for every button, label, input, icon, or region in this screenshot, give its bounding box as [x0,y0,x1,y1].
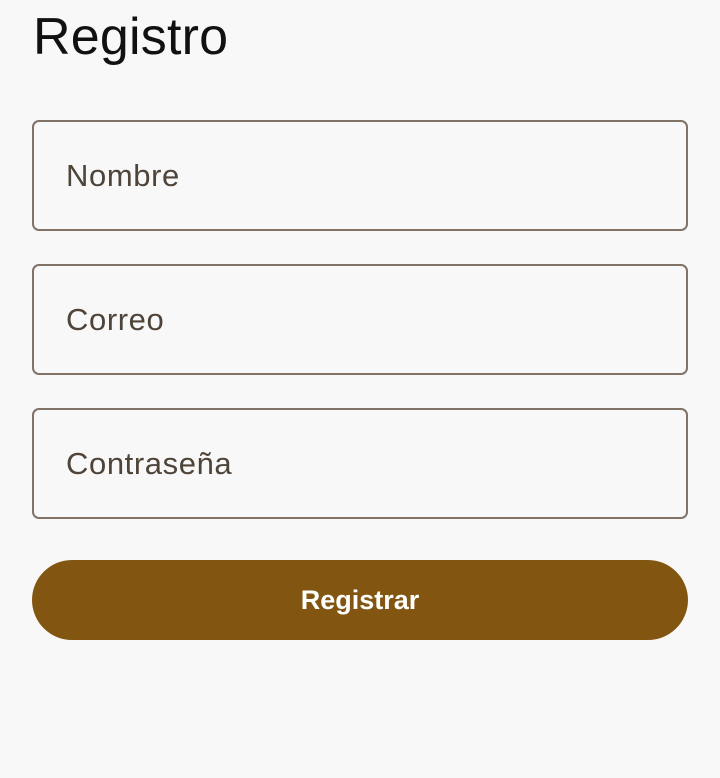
email-field[interactable] [32,264,688,375]
page-title: Registro [33,8,229,66]
register-button[interactable]: Registrar [32,560,688,640]
password-field[interactable] [32,408,688,519]
name-field[interactable] [32,120,688,231]
